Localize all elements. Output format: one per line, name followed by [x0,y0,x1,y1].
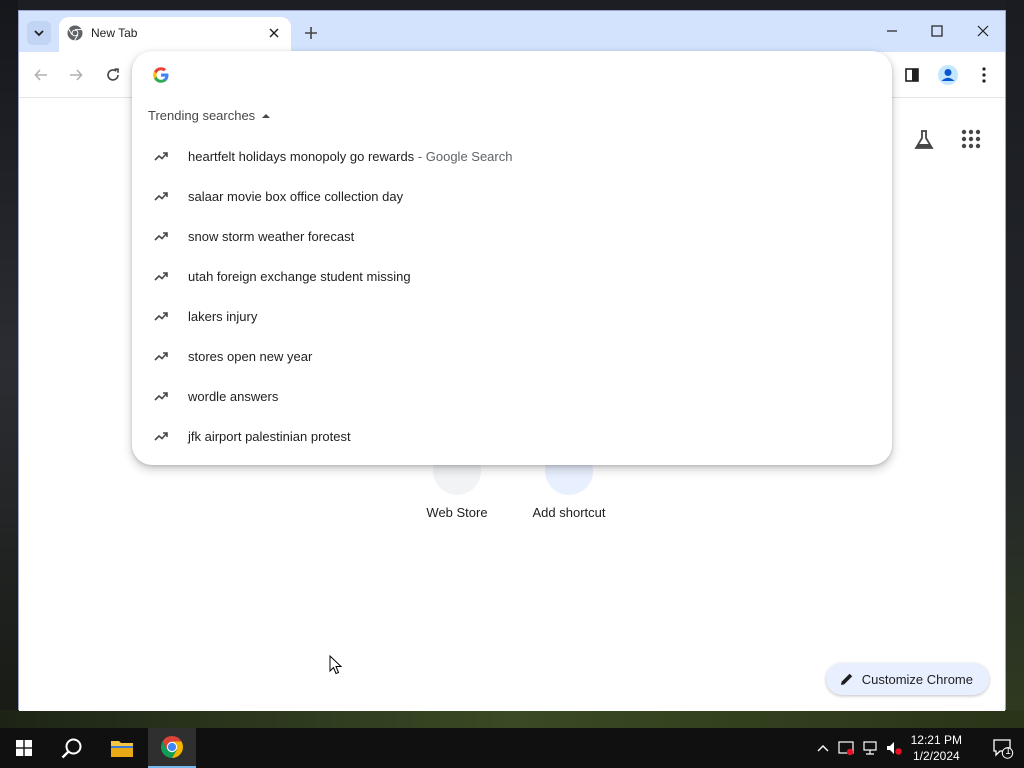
side-panel-button[interactable] [900,63,924,87]
omnibox-input[interactable] [184,63,864,87]
taskbar-chrome[interactable] [148,728,196,768]
folder-icon [111,741,133,757]
caret-up-icon [262,113,271,118]
suggestion-text: utah foreign exchange student missing [188,268,411,284]
trending-searches-label: Trending searches [148,108,256,123]
plus-icon [305,27,317,39]
minimize-button[interactable] [877,19,907,43]
trending-searches-header[interactable]: Trending searches [148,108,271,123]
suggestion-item[interactable]: snow storm weather forecast [132,216,892,256]
desktop-wallpaper-right [1006,0,1024,728]
suggestion-item[interactable]: salaar movie box office collection day [132,176,892,216]
suggestion-text: salaar movie box office collection day [188,188,404,204]
trending-up-icon [154,352,168,361]
volume-muted-icon [887,742,902,755]
google-apps-button[interactable] [961,129,981,154]
suggestion-text: wordle answers [188,388,279,404]
suggestion-text: stores open new year [188,348,313,364]
trending-up-icon [154,432,168,441]
customize-label: Customize Chrome [861,671,973,687]
desktop-wallpaper-left [0,0,18,728]
desktop-wallpaper-bottom [0,710,1024,728]
action-center-button[interactable]: 1 [992,737,1014,759]
chrome-icon [161,736,183,758]
taskbar-search-button[interactable] [48,728,96,768]
omnibox-dropdown: Trending searches heartfelt holidays mon… [132,51,892,465]
arrow-left-icon [34,69,47,81]
new-tab-button[interactable] [299,21,323,45]
trending-up-icon [154,312,168,321]
suggestion-item[interactable]: heartfelt holidays monopoly go rewards -… [132,136,892,176]
suggestion-item[interactable]: wordle answers [132,376,892,416]
tray-network-icon[interactable] [862,740,878,756]
avatar-icon [938,65,958,85]
shortcut-label: Web Store [426,505,488,520]
close-icon [269,28,279,38]
more-vert-icon [982,67,986,83]
suggestion-text: snow storm weather forecast [188,228,355,244]
trending-up-icon [154,272,168,281]
pencil-icon [840,673,852,685]
notification-count: 1 [1005,746,1011,757]
suggestion-item[interactable]: utah foreign exchange student missing [132,256,892,296]
minimize-icon [887,30,897,32]
flask-icon [914,130,934,149]
arrow-right-icon [70,69,83,81]
side-panel-icon [905,68,919,82]
maximize-icon [931,25,943,37]
apps-grid-icon [961,129,981,149]
tab-close-button[interactable] [265,24,283,42]
chevron-down-icon [34,30,44,37]
network-icon [863,741,877,755]
mouse-cursor-icon [329,655,343,675]
customize-chrome-button[interactable]: Customize Chrome [825,663,989,695]
trending-up-icon [154,392,168,401]
google-g-icon [153,67,169,83]
suggestion-list: heartfelt holidays monopoly go rewards -… [132,136,892,456]
start-button[interactable] [0,728,48,768]
tray-volume-icon[interactable] [886,740,902,756]
close-icon [977,25,989,37]
clock-time: 12:21 PM [910,733,962,747]
search-icon [61,738,82,759]
close-window-button[interactable] [968,19,998,43]
chrome-icon [67,25,83,41]
chevron-up-icon [817,745,829,752]
taskbar-file-explorer[interactable] [98,728,146,768]
taskbar-clock[interactable]: 12:21 PM 1/2/2024 [911,732,962,764]
tab-title: New Tab [91,26,138,40]
labs-button[interactable] [913,129,935,156]
maximize-button[interactable] [922,19,952,43]
forward-button[interactable] [64,63,88,87]
trending-up-icon [154,192,168,201]
tab-new-tab[interactable]: New Tab [59,17,291,52]
shortcut-label: Add shortcut [532,505,606,520]
profile-button[interactable] [936,63,960,87]
tray-security-icon[interactable] [838,740,854,756]
back-button[interactable] [29,63,53,87]
suggestion-text: jfk airport palestinian protest [188,428,351,444]
suggestion-item[interactable]: jfk airport palestinian protest [132,416,892,456]
tray-overflow-button[interactable] [815,740,831,756]
trending-up-icon [154,152,168,161]
suggestion-text: heartfelt holidays monopoly go rewards -… [188,148,513,164]
menu-button[interactable] [972,63,996,87]
taskbar: 12:21 PM 1/2/2024 1 [0,728,1024,768]
reload-icon [107,68,119,81]
trending-up-icon [154,232,168,241]
tab-search-button[interactable] [27,21,51,45]
tab-strip: New Tab [19,11,1005,52]
suggestion-item[interactable]: stores open new year [132,336,892,376]
security-icon [838,741,854,756]
suggestion-item[interactable]: lakers injury [132,296,892,336]
clock-date: 1/2/2024 [912,749,960,763]
suggestion-text: lakers injury [188,308,258,324]
suggestion-suffix: - Google Search [417,148,513,164]
windows-logo-icon [16,740,32,756]
reload-button[interactable] [101,63,125,87]
